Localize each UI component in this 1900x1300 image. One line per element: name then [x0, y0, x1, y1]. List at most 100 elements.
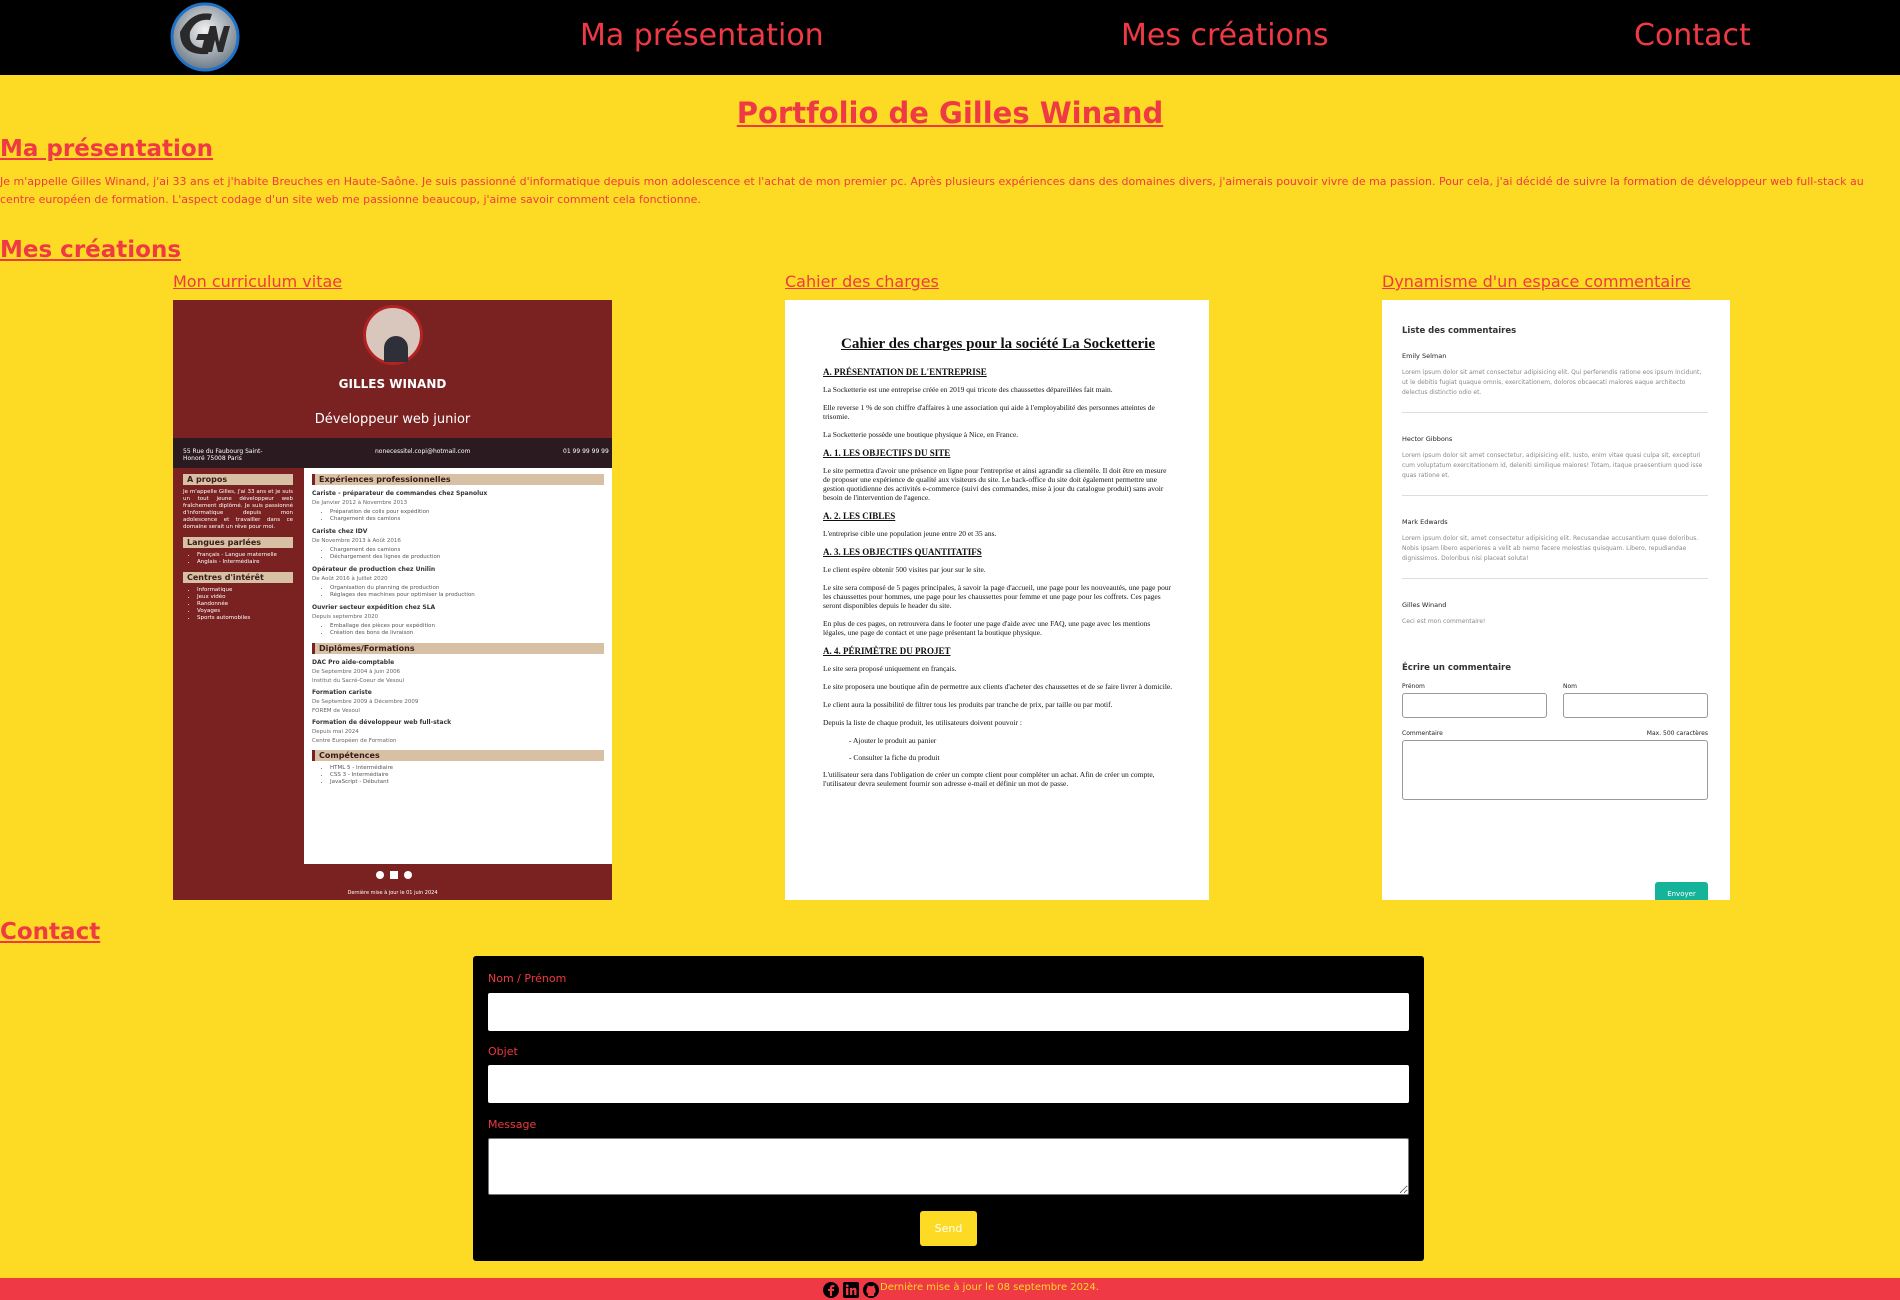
cdc-heading: A. 4. PÉRIMÈTRE DU PROJET — [823, 646, 951, 656]
subject-label: Objet — [488, 1045, 518, 1058]
cv-contact-bar: 55 Rue du Faubourg Saint-Honoré 75008 Pa… — [173, 438, 612, 468]
list-item: Préparation de colis pour expédition — [330, 509, 604, 516]
list-item: Jeux vidéo — [197, 594, 293, 601]
cv-main-content: Expériences professionnelles Cariste - p… — [304, 468, 612, 864]
comment-send-button[interactable]: Envoyer — [1655, 882, 1708, 900]
cdc-title: Cahier des charges pour la société La So… — [841, 336, 1155, 352]
comment-text: Lorem ipsum dolor sit, amet consectetur … — [1402, 535, 1699, 562]
cv-job-title: Ouvrier secteur expédition chez SLA — [312, 604, 436, 611]
first-name-input[interactable] — [1402, 693, 1547, 718]
list-item: HTML 5 - Intermédiaire — [330, 765, 604, 772]
nav-link-presentation[interactable]: Ma présentation — [580, 18, 824, 53]
cv-lang-title: Langues parlées — [183, 537, 293, 548]
list-item: Chargement des camions — [330, 547, 604, 554]
comment-item: Emily Selman Lorem ipsum dolor sit amet … — [1402, 352, 1708, 413]
message-textarea[interactable] — [488, 1138, 1409, 1195]
section-title-creations[interactable]: Mes créations — [0, 237, 181, 263]
facebook-icon[interactable] — [822, 1281, 840, 1299]
presentation-text: Je m'appelle Gilles Winand, j'ai 33 ans … — [0, 175, 1864, 206]
comment-author: Mark Edwards — [1402, 518, 1448, 526]
comment-text: Lorem ipsum dolor sit amet consectetur, … — [1402, 452, 1703, 479]
contact-form: Nom / Prénom Objet Message Send — [473, 956, 1424, 1261]
name-input[interactable] — [488, 993, 1409, 1031]
cdc-heading: A. PRÉSENTATION DE L'ENTREPRISE — [823, 367, 987, 377]
cv-diploma-line: Institut du Sacré-Coeur de Vesoul — [312, 678, 404, 684]
name-label: Nom / Prénom — [488, 972, 567, 985]
gw-logo[interactable] — [170, 2, 240, 72]
cv-diploma-title: DAC Pro aide-comptable — [312, 659, 395, 666]
cv-about-title: A propos — [183, 474, 293, 485]
cv-diploma-line: Centre Européen de Formation — [312, 738, 397, 744]
list-item: Anglais - Intermédiaire — [197, 559, 293, 566]
comments-panel: Liste des commentaires Emily Selman Lore… — [1402, 326, 1708, 900]
card-title-cv[interactable]: Mon curriculum vitae — [173, 272, 342, 291]
cv-diploma-title: Formation cariste — [312, 689, 372, 696]
cdc-paragraph: L'utilisateur sera dans l'obligation de … — [823, 770, 1155, 788]
cdc-paragraph: En plus de ces pages, on retrouvera dans… — [823, 619, 1151, 637]
subject-input[interactable] — [488, 1065, 1409, 1103]
top-navigation: Ma présentation Mes créations Contact — [0, 0, 1900, 75]
comment-text: Lorem ipsum dolor sit amet consectetur a… — [1402, 369, 1702, 396]
cdc-paragraph: Le client aura la possibilité de filtrer… — [823, 700, 1113, 709]
cdc-paragraph: Le site sera composé de 5 pages principa… — [823, 583, 1172, 610]
message-label: Message — [488, 1118, 537, 1131]
list-item: Chargement des camions — [330, 516, 604, 523]
cdc-paragraph: Le site sera proposé uniquement en franç… — [823, 664, 957, 673]
cv-diploma-line: FOREM de Vesoul — [312, 708, 360, 714]
list-item: CSS 3 - Intermédiaire — [330, 772, 604, 779]
cv-sidebar: A propos Je m'appelle Gilles, j'ai 33 an… — [173, 468, 303, 868]
cv-job-dates: De Novembre 2013 à Août 2016 — [312, 538, 401, 544]
cv-thumbnail[interactable]: GILLES WINAND Développeur web junior 55 … — [173, 300, 612, 900]
comment-text: Ceci est mon commentaire! — [1402, 618, 1486, 625]
page-title[interactable]: Portfolio de Gilles Winand — [0, 96, 1900, 130]
card-title-cdc[interactable]: Cahier des charges — [785, 272, 939, 291]
comment-author: Gilles Winand — [1402, 601, 1447, 609]
cv-profile-photo — [363, 305, 423, 365]
cv-job-title: Cariste chez IDV — [312, 528, 368, 535]
comments-list-title: Liste des commentaires — [1402, 326, 1517, 336]
cdc-paragraph: Le client espère obtenir 500 visites par… — [823, 565, 986, 574]
list-item: Réglages des machines pour optimiser la … — [330, 592, 604, 599]
cv-diploma-line: De Septembre 2009 à Décembre 2009 — [312, 699, 419, 705]
cdc-heading: A. 3. LES OBJECTIFS QUANTITATIFS — [823, 547, 982, 557]
cv-phone: 01 99 99 99 99 — [563, 448, 609, 455]
send-button[interactable]: Send — [920, 1211, 977, 1246]
list-item: Sports automobiles — [197, 615, 293, 622]
cv-job-dates: De Août 2016 à Juillet 2020 — [312, 576, 388, 582]
comment-textarea[interactable] — [1402, 740, 1708, 800]
last-name-input[interactable] — [1563, 693, 1708, 718]
comment-item: Mark Edwards Lorem ipsum dolor sit, amet… — [1402, 518, 1708, 579]
cdc-paragraph: La Socketterie est une entreprise créée … — [823, 385, 1113, 394]
cdc-paragraph: Le site permettra d'avoir une présence e… — [823, 466, 1167, 502]
cdc-document: Cahier des charges pour la société La So… — [823, 336, 1173, 797]
cdc-list-item: - Ajouter le produit au panier — [849, 736, 937, 745]
cv-job-title: Cariste - préparateur de commandes chez … — [312, 490, 488, 497]
cv-social-icons — [376, 871, 412, 879]
cv-job-dates: De Janvier 2012 à Novembre 2013 — [312, 500, 408, 506]
card-title-comments[interactable]: Dynamisme d'un espace commentaire — [1382, 272, 1691, 291]
section-title-contact[interactable]: Contact — [0, 919, 100, 945]
cv-job-title: Opérateur de production chez Unilin — [312, 566, 436, 573]
nav-link-creations[interactable]: Mes créations — [1121, 18, 1329, 53]
list-item: Voyages — [197, 608, 293, 615]
list-item: Informatique — [197, 587, 293, 594]
list-item: Emballage des pièces pour expédition — [330, 623, 604, 630]
cdc-paragraph: La Socketterie possède une boutique phys… — [823, 430, 1019, 439]
cv-job-dates: Depuis septembre 2020 — [312, 614, 379, 620]
linkedin-icon[interactable] — [842, 1281, 860, 1299]
first-name-label: Prénom — [1402, 683, 1425, 690]
cdc-thumbnail[interactable]: Cahier des charges pour la société La So… — [785, 300, 1209, 900]
footer: Dernière mise à jour le 08 septembre 202… — [0, 1278, 1900, 1300]
github-icon[interactable] — [862, 1281, 880, 1299]
comment-form-title: Écrire un commentaire — [1402, 663, 1512, 673]
nav-link-contact[interactable]: Contact — [1634, 18, 1751, 53]
list-item: Organisation du planning de production — [330, 585, 604, 592]
cv-interests-title: Centres d'intérêt — [183, 572, 293, 583]
cv-footer: Dernière mise à jour le 01 juin 2024 — [347, 890, 438, 896]
comments-thumbnail[interactable]: Liste des commentaires Emily Selman Lore… — [1382, 300, 1730, 900]
comment-label: Commentaire — [1402, 730, 1443, 737]
cdc-heading: A. 1. LES OBJECTIFS DU SITE — [823, 448, 951, 458]
cv-role: Développeur web junior — [314, 412, 471, 427]
section-title-presentation[interactable]: Ma présentation — [0, 136, 213, 162]
list-item: JavaScript - Débutant — [330, 779, 604, 786]
